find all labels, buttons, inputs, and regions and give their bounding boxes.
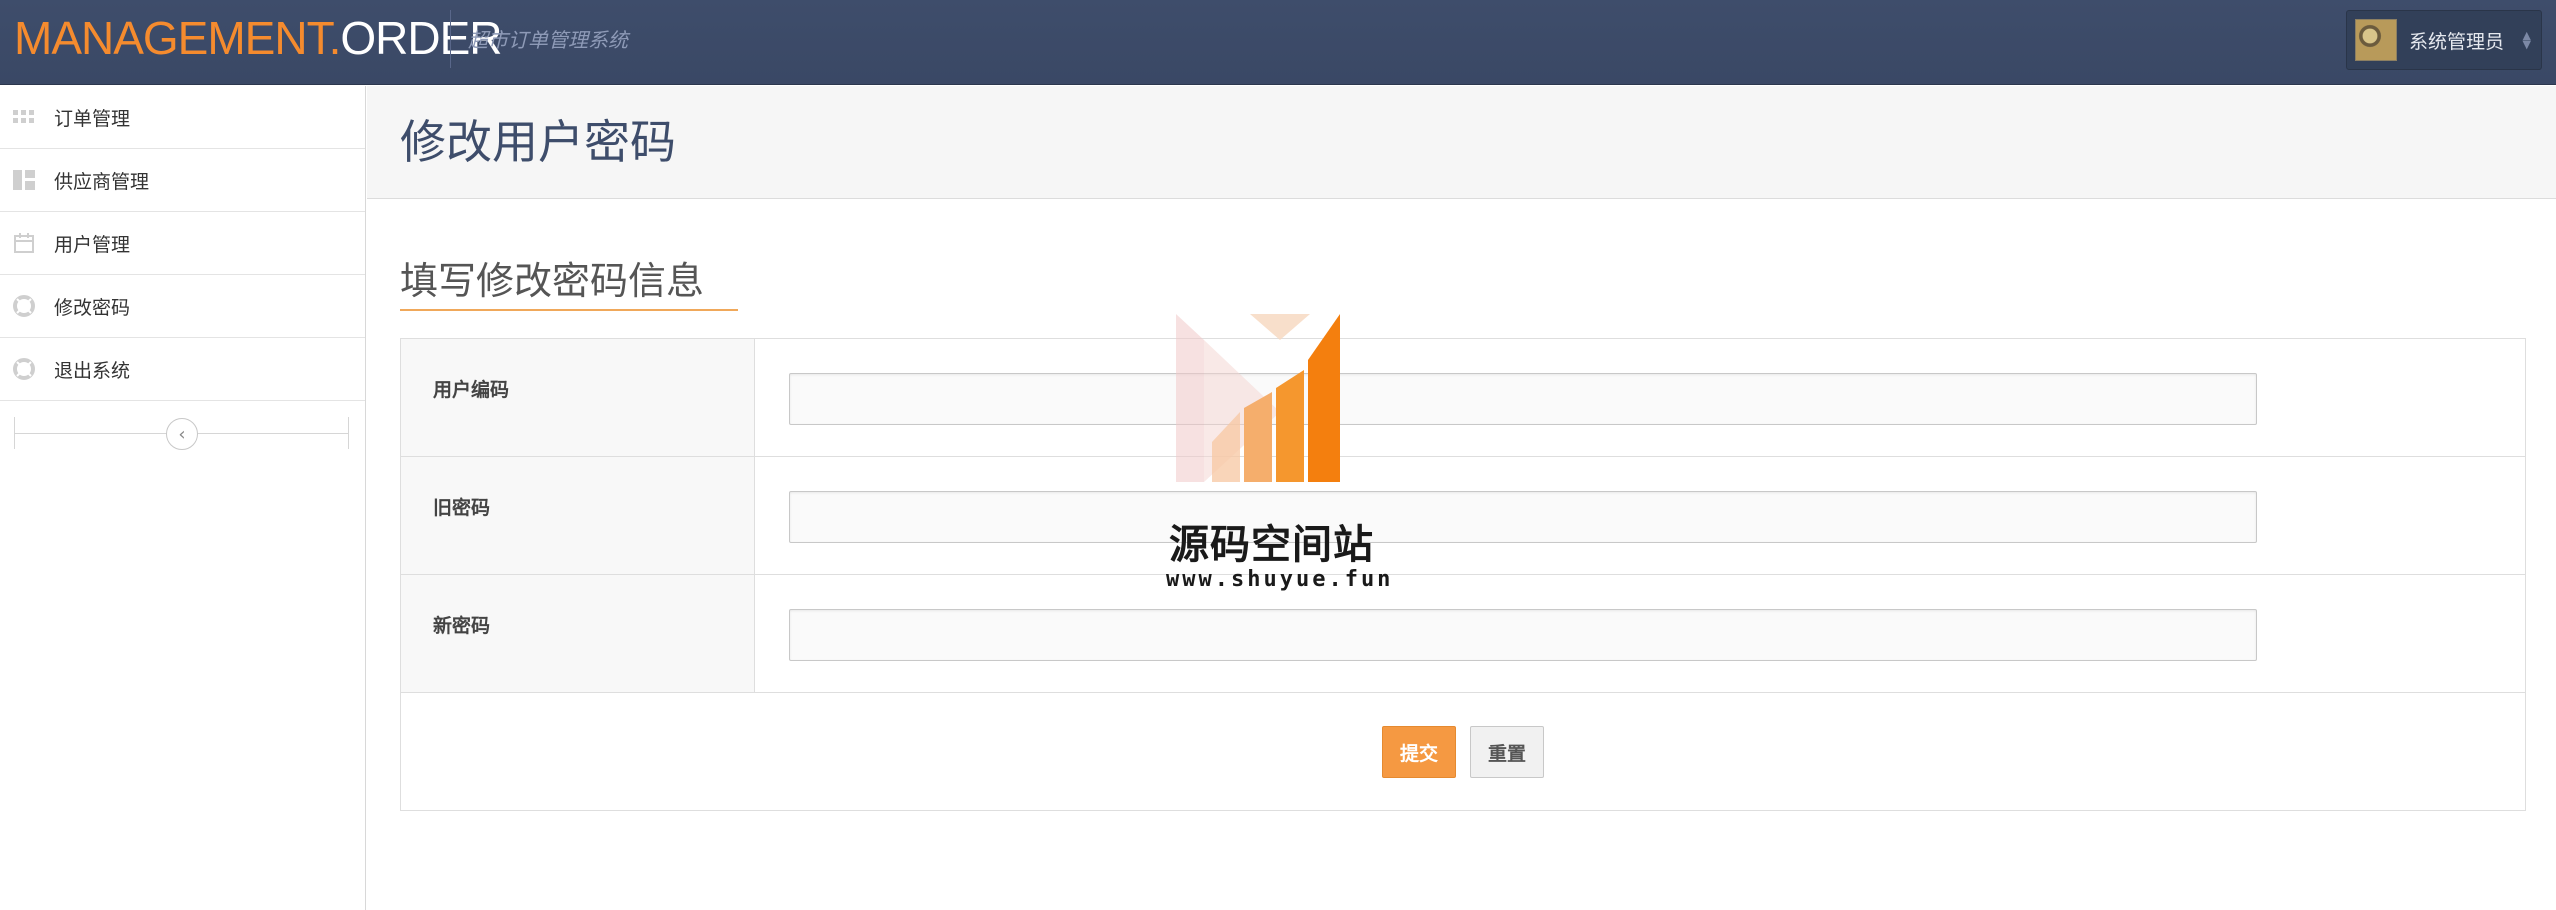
- sidebar-item-label: 用户管理: [54, 233, 131, 256]
- old-password-label: 旧密码: [433, 497, 491, 519]
- sidebar-item-logout[interactable]: 退出系统: [0, 338, 365, 401]
- sidebar-item-suppliers[interactable]: 供应商管理: [0, 149, 365, 212]
- page-title: 修改用户密码: [400, 115, 676, 169]
- new-password-label: 新密码: [433, 615, 491, 637]
- watermark-url: www.shuyue.fun: [1166, 567, 1394, 592]
- sidebar-item-users[interactable]: 用户管理: [0, 212, 365, 275]
- label-cell: 旧密码: [401, 457, 755, 574]
- submit-button[interactable]: 提交: [1382, 726, 1456, 778]
- user-code-input[interactable]: [789, 373, 2257, 425]
- form-row-old-password: 旧密码: [401, 457, 2525, 575]
- old-password-input[interactable]: [789, 491, 2257, 543]
- grid-icon: [12, 107, 36, 127]
- sidebar-item-label: 供应商管理: [54, 170, 150, 193]
- sidebar: 订单管理 供应商管理 用户管理 修改密码 退出系统 ‹: [0, 86, 366, 910]
- sidebar-item-label: 订单管理: [54, 107, 131, 130]
- sidebar-item-label: 修改密码: [54, 296, 131, 319]
- dashboard-icon: [12, 170, 36, 190]
- new-password-input[interactable]: [789, 609, 2257, 661]
- page-header: 修改用户密码: [367, 86, 2556, 199]
- brand-logo[interactable]: MANAGEMENT. ORDER: [14, 6, 503, 70]
- chevron-left-icon[interactable]: ‹: [166, 418, 198, 450]
- sidebar-item-label: 退出系统: [54, 359, 131, 382]
- life-ring-icon: [12, 295, 36, 317]
- system-subtitle: 超市订单管理系统: [468, 28, 628, 52]
- user-menu[interactable]: 系统管理员 ▲ ▼: [2346, 10, 2542, 70]
- watermark-title: 源码空间站: [1169, 522, 1374, 568]
- user-name: 系统管理员: [2409, 30, 2505, 53]
- form-row-user-code: 用户编码: [401, 339, 2525, 457]
- label-cell: 新密码: [401, 575, 755, 692]
- brand-part1: MANAGEMENT.: [14, 12, 341, 64]
- top-navbar: MANAGEMENT. ORDER 超市订单管理系统 系统管理员 ▲ ▼: [0, 0, 2556, 85]
- section-title: 填写修改密码信息: [400, 250, 738, 311]
- sidebar-item-orders[interactable]: 订单管理: [0, 86, 365, 149]
- label-cell: 用户编码: [401, 339, 755, 456]
- life-ring-icon: [12, 358, 36, 380]
- avatar: [2355, 19, 2397, 61]
- form-actions: 提交 重置: [401, 693, 2525, 812]
- brand-divider: [450, 10, 451, 68]
- user-code-label: 用户编码: [433, 379, 510, 401]
- sidebar-collapse-row: ‹: [0, 401, 365, 467]
- password-form: 用户编码 旧密码 新密码 提交 重置: [400, 338, 2526, 811]
- sort-caret-icon: ▲ ▼: [2522, 29, 2531, 51]
- reset-button[interactable]: 重置: [1470, 726, 1544, 778]
- form-row-new-password: 新密码: [401, 575, 2525, 693]
- sidebar-item-change-password[interactable]: 修改密码: [0, 275, 365, 338]
- calendar-icon: [12, 233, 36, 253]
